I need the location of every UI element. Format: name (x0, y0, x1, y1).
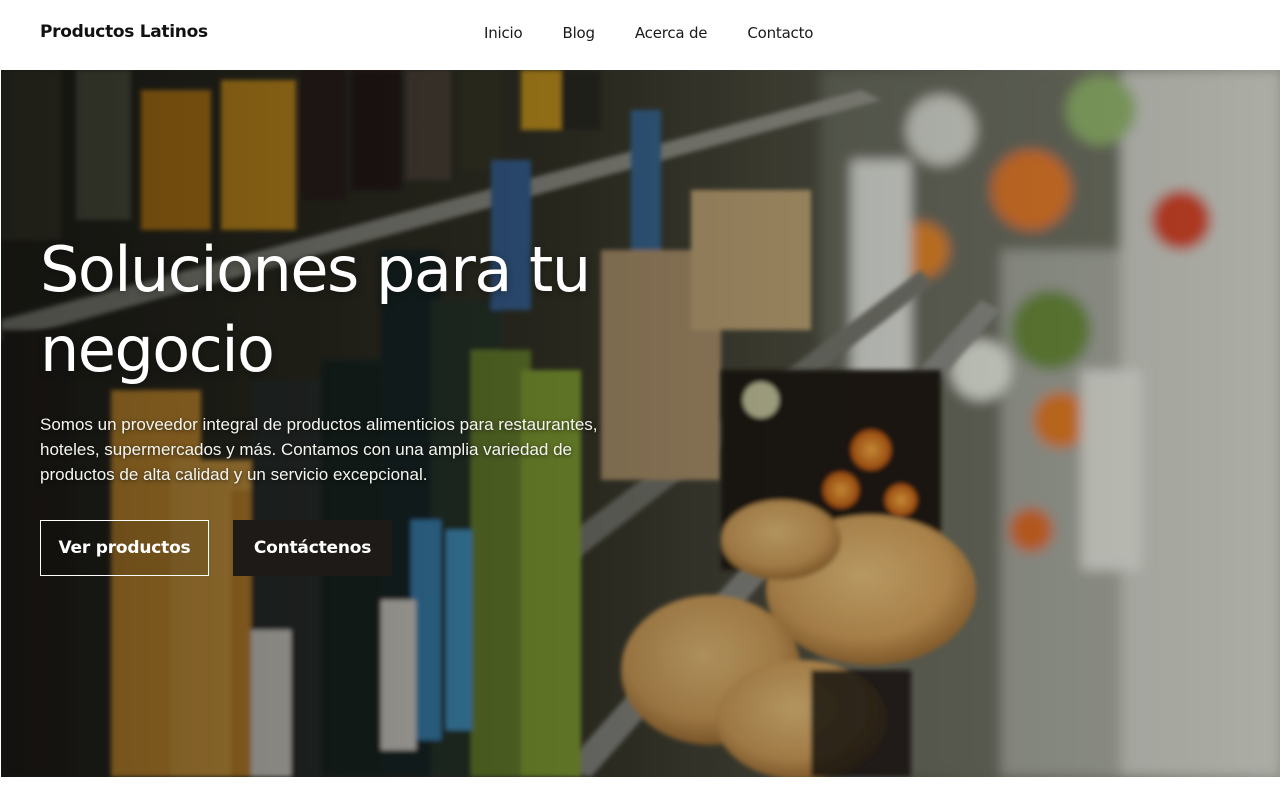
site-header: Productos Latinos Inicio Blog Acerca de … (0, 0, 1280, 70)
contactenos-button[interactable]: Contáctenos (233, 520, 392, 576)
nav-item-inicio[interactable]: Inicio (484, 24, 523, 42)
hero-title-line-1: Soluciones para tu (40, 233, 591, 306)
nav-item-blog[interactable]: Blog (563, 24, 596, 42)
hero-section: Soluciones para tu negocio Somos un prov… (1, 70, 1280, 777)
hero-title-line-2: negocio (40, 313, 275, 386)
hero-content: Soluciones para tu negocio Somos un prov… (40, 230, 620, 487)
hero-title: Soluciones para tu negocio (40, 230, 620, 390)
hero-buttons: Ver productos Contáctenos (40, 520, 392, 576)
nav-item-acerca-de[interactable]: Acerca de (635, 24, 708, 42)
main-nav: Inicio Blog Acerca de Contacto (484, 24, 813, 42)
nav-item-contacto[interactable]: Contacto (747, 24, 813, 42)
brand-logo[interactable]: Productos Latinos (40, 22, 208, 42)
hero-description: Somos un proveedor integral de productos… (40, 415, 598, 484)
ver-productos-button[interactable]: Ver productos (40, 520, 209, 576)
